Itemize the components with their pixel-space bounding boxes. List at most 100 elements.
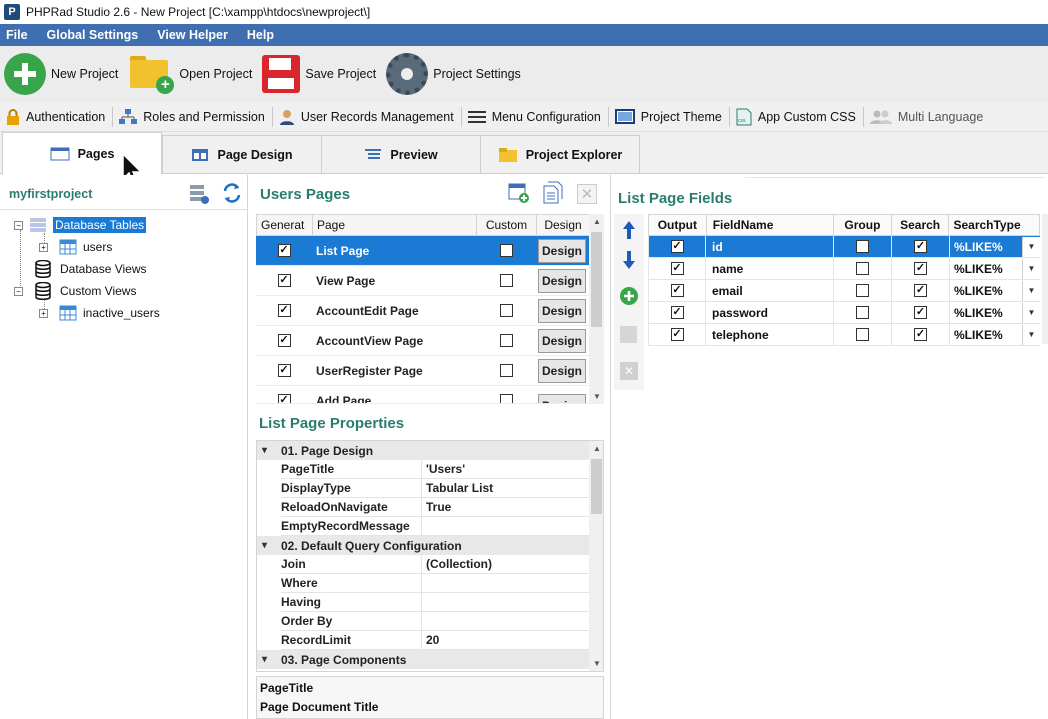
property-row[interactable]: Join (Collection): [257, 555, 589, 574]
page-row[interactable]: ✓ View Page Design: [256, 266, 590, 296]
search-type-value[interactable]: %LIKE%: [954, 262, 1003, 276]
design-button[interactable]: Design: [538, 358, 586, 383]
search-checkbox[interactable]: ✓: [914, 306, 927, 319]
field-row[interactable]: ✓ id ✓ %LIKE% ▼: [648, 235, 1040, 258]
tab-page-design[interactable]: Page Design: [162, 135, 322, 174]
tree-item-custom-views[interactable]: − Custom Views: [14, 282, 136, 300]
search-checkbox[interactable]: ✓: [914, 240, 927, 253]
close-icon[interactable]: ✕: [577, 184, 597, 204]
field-row[interactable]: ✓ email ✓ %LIKE% ▼: [648, 279, 1040, 302]
tree-item-database-views[interactable]: Database Views: [34, 260, 147, 278]
search-checkbox[interactable]: ✓: [914, 262, 927, 275]
app-custom-css-button[interactable]: css App Custom CSS: [736, 106, 864, 127]
tree-item-users[interactable]: + users: [39, 239, 112, 255]
add-field-icon[interactable]: [619, 286, 639, 306]
chevron-down-icon[interactable]: ▼: [1022, 324, 1040, 345]
search-type-value[interactable]: %LIKE%: [954, 306, 1003, 320]
generate-checkbox[interactable]: ✓: [277, 394, 291, 403]
property-row[interactable]: DisplayType Tabular List: [257, 479, 589, 498]
collapse-icon[interactable]: −: [14, 286, 23, 296]
output-checkbox[interactable]: ✓: [670, 306, 684, 319]
tab-project-explorer[interactable]: Project Explorer: [480, 135, 640, 174]
chevron-down-icon[interactable]: ▼: [1022, 258, 1040, 279]
authentication-button[interactable]: Authentication: [6, 106, 114, 127]
generate-checkbox[interactable]: ✓: [277, 244, 291, 257]
menu-view-helper[interactable]: View Helper: [157, 28, 228, 42]
property-category[interactable]: ▾ 02. Default Query Configuration: [257, 536, 589, 555]
search-checkbox[interactable]: ✓: [914, 284, 927, 297]
output-checkbox[interactable]: ✓: [670, 328, 684, 341]
fields-scrollbar[interactable]: [1042, 214, 1048, 344]
expand-icon[interactable]: +: [39, 308, 48, 318]
chevron-down-icon[interactable]: ▼: [1022, 302, 1040, 323]
design-button[interactable]: Design: [538, 238, 586, 263]
field-row[interactable]: ✓ password ✓ %LIKE% ▼: [648, 301, 1040, 324]
custom-checkbox[interactable]: [499, 274, 513, 287]
generate-checkbox[interactable]: ✓: [277, 304, 291, 317]
property-row[interactable]: EmptyRecordMessage: [257, 517, 589, 536]
search-type-value[interactable]: %LIKE%: [954, 284, 1003, 298]
scroll-thumb[interactable]: [591, 459, 602, 514]
design-button[interactable]: Design: [538, 268, 586, 293]
open-project-button[interactable]: + Open Project: [128, 54, 252, 94]
property-row[interactable]: RecordLimit 20: [257, 631, 589, 650]
property-row[interactable]: Having: [257, 593, 589, 612]
chevron-down-icon[interactable]: ▼: [1022, 236, 1040, 257]
tree-item-inactive-users[interactable]: + inactive_users: [39, 305, 160, 321]
group-checkbox[interactable]: [856, 262, 869, 275]
search-type-value[interactable]: %LIKE%: [954, 328, 1003, 342]
chevron-down-icon[interactable]: ▼: [1022, 280, 1040, 301]
menu-global-settings[interactable]: Global Settings: [47, 28, 139, 42]
menu-configuration-button[interactable]: Menu Configuration: [467, 106, 609, 127]
edit-field-icon[interactable]: [620, 326, 637, 343]
group-checkbox[interactable]: [856, 306, 869, 319]
menu-file[interactable]: File: [6, 28, 28, 42]
page-row[interactable]: ✓ UserRegister Page Design: [256, 356, 590, 386]
property-row[interactable]: Where: [257, 574, 589, 593]
field-row[interactable]: ✓ name ✓ %LIKE% ▼: [648, 257, 1040, 280]
project-settings-button[interactable]: Project Settings: [386, 53, 521, 95]
generate-checkbox[interactable]: ✓: [277, 364, 291, 377]
design-button[interactable]: Design: [538, 328, 586, 353]
multi-language-button[interactable]: Multi Language: [869, 107, 990, 127]
project-theme-button[interactable]: Project Theme: [614, 106, 730, 127]
output-checkbox[interactable]: ✓: [670, 284, 684, 297]
tree-item-database-tables[interactable]: − Database Tables: [14, 217, 147, 233]
field-row[interactable]: ✓ telephone ✓ %LIKE% ▼: [648, 323, 1040, 346]
property-row[interactable]: ReloadOnNavigate True: [257, 498, 589, 517]
generate-checkbox[interactable]: ✓: [277, 274, 291, 287]
group-checkbox[interactable]: [856, 328, 869, 341]
move-down-icon[interactable]: [622, 250, 636, 270]
property-category[interactable]: ▾ 03. Page Components: [257, 650, 589, 669]
new-project-button[interactable]: New Project: [4, 53, 118, 95]
custom-checkbox[interactable]: [499, 244, 513, 257]
property-row[interactable]: Order By: [257, 612, 589, 631]
user-records-button[interactable]: User Records Management: [279, 106, 462, 127]
design-button[interactable]: Design: [538, 394, 586, 403]
pages-scrollbar[interactable]: ▲ ▼: [589, 214, 604, 404]
generate-checkbox[interactable]: ✓: [277, 334, 291, 347]
design-button[interactable]: Design: [538, 298, 586, 323]
menu-help[interactable]: Help: [247, 28, 274, 42]
output-checkbox[interactable]: ✓: [670, 262, 684, 275]
custom-checkbox[interactable]: [499, 394, 513, 403]
page-row[interactable]: ✓ Add Page Design: [256, 386, 590, 404]
output-checkbox[interactable]: ✓: [670, 240, 684, 253]
delete-field-icon[interactable]: ✕: [620, 362, 638, 380]
collapse-icon[interactable]: −: [14, 220, 23, 230]
custom-checkbox[interactable]: [499, 304, 513, 317]
scroll-thumb[interactable]: [591, 232, 602, 327]
expand-icon[interactable]: +: [39, 242, 48, 252]
add-page-icon[interactable]: [508, 182, 530, 204]
group-checkbox[interactable]: [856, 284, 869, 297]
page-row[interactable]: ✓ AccountEdit Page Design: [256, 296, 590, 326]
search-checkbox[interactable]: ✓: [914, 328, 927, 341]
roles-permission-button[interactable]: Roles and Permission: [119, 106, 273, 127]
property-scrollbar[interactable]: ▲ ▼: [589, 441, 603, 671]
search-type-value[interactable]: %LIKE%: [954, 240, 1003, 254]
property-row[interactable]: PageTitle 'Users': [257, 460, 589, 479]
page-row[interactable]: ✓ AccountView Page Design: [256, 326, 590, 356]
move-up-icon[interactable]: [622, 220, 636, 240]
group-checkbox[interactable]: [856, 240, 869, 253]
page-row[interactable]: ✓ List Page Design: [256, 236, 590, 266]
